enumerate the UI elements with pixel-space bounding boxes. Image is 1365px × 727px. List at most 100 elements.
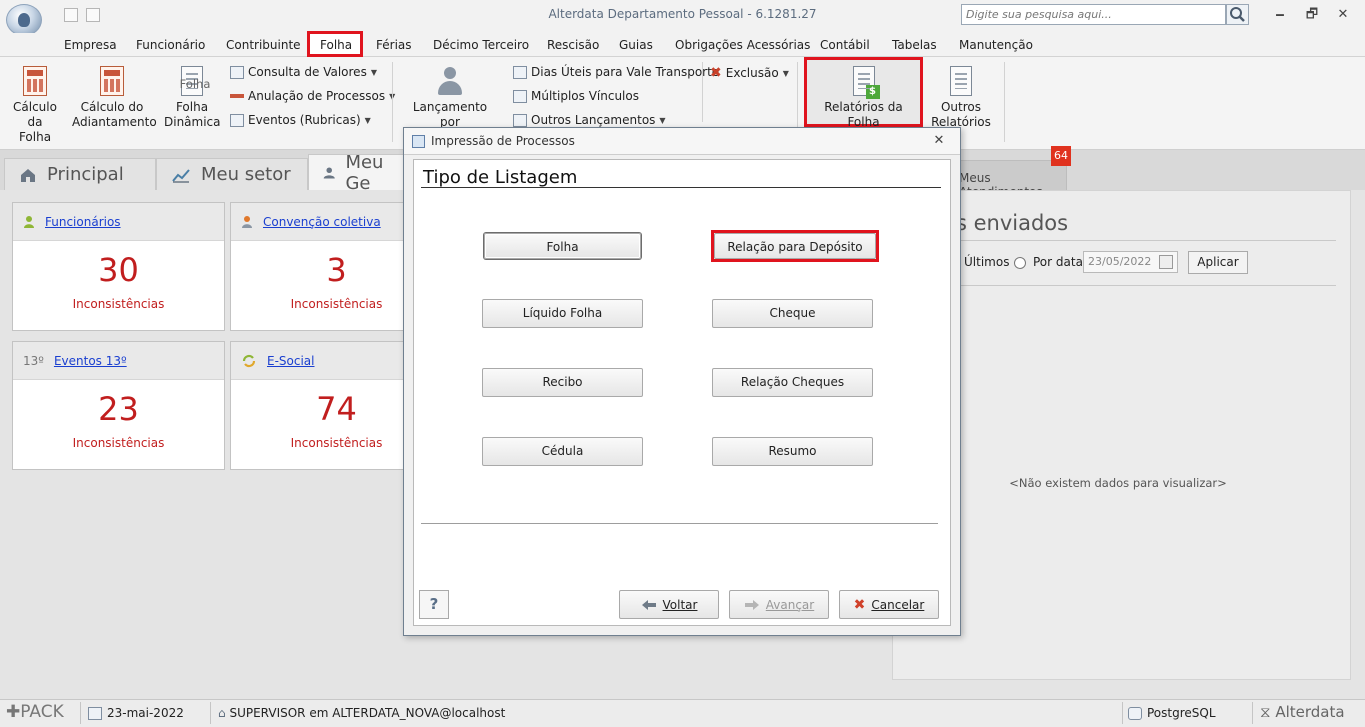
consulta-valores-button[interactable]: Consulta de Valores ▼ xyxy=(230,65,377,79)
card-eventos-13: 13º Eventos 13º 23 Inconsistências xyxy=(12,341,225,470)
date-field[interactable]: 23/05/2022 xyxy=(1083,251,1178,273)
apply-button[interactable]: Aplicar xyxy=(1188,251,1248,274)
menu-contribuinte[interactable]: Contribuinte xyxy=(226,38,301,52)
help-button[interactable]: ? xyxy=(419,590,449,619)
arrow-left-icon xyxy=(641,599,656,610)
thirteenth-icon: 13º xyxy=(23,353,44,368)
calculo-adiantamento-button[interactable]: Cálculo do Adiantamento xyxy=(72,66,157,130)
menu-empresa[interactable]: Empresa xyxy=(64,38,117,52)
search-button[interactable] xyxy=(1226,4,1249,25)
dialog-separator xyxy=(421,523,938,524)
close-button[interactable]: ✕ xyxy=(1331,5,1355,25)
calculo-adiantamento-label: Cálculo do Adiantamento xyxy=(72,100,157,129)
por-data-radio[interactable] xyxy=(1014,257,1026,269)
card-header: 13º Eventos 13º xyxy=(13,342,224,380)
tab-meus-atendimentos[interactable]: Meus Atendimentos xyxy=(946,160,1067,199)
dias-uteis-button[interactable]: Dias Úteis para Vale Transporte xyxy=(513,65,719,79)
card-value: 23 xyxy=(98,390,139,428)
report-money-icon xyxy=(852,66,880,99)
card-label: Inconsistências xyxy=(72,436,165,450)
minimize-button[interactable]: 🗕 xyxy=(1268,5,1292,25)
multiplos-vinculos-label: Múltiplos Vínculos xyxy=(531,89,639,103)
avancar-label: Avançar xyxy=(765,597,815,612)
consulta-valores-label: Consulta de Valores xyxy=(248,65,367,79)
list-icon xyxy=(230,113,244,127)
voltar-button[interactable]: Voltar xyxy=(619,590,719,619)
menu-rescisao[interactable]: Rescisão xyxy=(547,38,599,52)
liquido-folha-button[interactable]: Líquido Folha xyxy=(482,299,643,328)
exclusao-button[interactable]: ✖ Exclusão ▼ xyxy=(710,65,789,81)
anulacao-processos-button[interactable]: Anulação de Processos ▼ xyxy=(230,89,395,103)
dialog-heading: Tipo de Listagem xyxy=(423,167,578,188)
cancelar-label: Cancelar xyxy=(871,597,925,612)
outros-relatorios-button[interactable]: Outros Relatórios xyxy=(926,66,996,126)
chevron-down-icon: ▼ xyxy=(364,115,371,125)
chevron-down-icon: ▼ xyxy=(370,67,377,77)
cedula-button[interactable]: Cédula xyxy=(482,437,643,466)
outros-relatorios-label: Outros Relatórios xyxy=(931,100,991,126)
recibo-button[interactable]: Recibo xyxy=(482,368,643,397)
minus-icon xyxy=(230,94,244,98)
panel-divider xyxy=(956,285,1336,286)
person-icon xyxy=(435,66,465,96)
tab-principal[interactable]: Principal xyxy=(4,158,156,190)
folha-dinamica-button[interactable]: Folha Dinâmica xyxy=(164,66,221,130)
resumo-button[interactable]: Resumo xyxy=(712,437,873,466)
search-icon xyxy=(1230,7,1245,22)
exclusao-label: Exclusão xyxy=(725,66,779,80)
status-divider xyxy=(210,702,211,724)
avancar-button[interactable]: Avançar xyxy=(729,590,829,619)
relacao-deposito-button[interactable]: Relação para Depósito xyxy=(714,233,876,259)
relatorios-folha-button[interactable]: Relatórios da Folha Adiantamento xyxy=(810,66,917,126)
home-icon: ⌂ xyxy=(218,706,226,720)
menu-ferias[interactable]: Férias xyxy=(376,38,412,52)
panel-divider xyxy=(956,240,1336,241)
card-header: Funcionários xyxy=(13,203,224,241)
calendar-icon[interactable] xyxy=(1159,255,1173,269)
heading-underline xyxy=(421,187,941,188)
status-user: ⌂ SUPERVISOR em ALTERDATA_NOVA@localhost xyxy=(218,706,505,720)
calculo-folha-button[interactable]: Cálculo da Folha xyxy=(12,66,58,145)
tab-meu-setor[interactable]: Meu setor xyxy=(156,158,308,190)
cancelar-button[interactable]: ✖ Cancelar xyxy=(839,590,939,619)
tab-principal-label: Principal xyxy=(47,164,124,185)
status-divider xyxy=(1122,702,1123,724)
menu-funcionario[interactable]: Funcionário xyxy=(136,38,205,52)
menu-guias[interactable]: Guias xyxy=(619,38,653,52)
calendar-icon xyxy=(88,707,102,720)
outros-lancamentos-button[interactable]: Outros Lançamentos ▼ xyxy=(513,113,666,127)
card-eventos-link[interactable]: Eventos 13º xyxy=(54,354,127,368)
tab-meu-ge[interactable]: Meu Ge xyxy=(308,152,408,194)
calculator-icon xyxy=(23,66,47,96)
menu-tabelas[interactable]: Tabelas xyxy=(892,38,937,52)
menu-folha[interactable]: Folha xyxy=(320,38,352,52)
refresh-icon xyxy=(241,354,257,368)
eventos-rubricas-button[interactable]: Eventos (Rubricas) ▼ xyxy=(230,113,371,127)
delete-x-icon: ✖ xyxy=(710,65,722,81)
no-data-message: <Não existem dados para visualizar> xyxy=(1009,476,1227,490)
card-convencao-link[interactable]: Convenção coletiva xyxy=(263,215,381,229)
card-esocial-link[interactable]: E-Social xyxy=(267,354,315,368)
alterdata-brand: Alterdata xyxy=(1275,703,1345,721)
menu-contabil[interactable]: Contábil xyxy=(820,38,870,52)
folha-button[interactable]: Folha xyxy=(484,233,641,259)
alterdata-logo-icon: ⧖ xyxy=(1260,703,1271,721)
dialog-close-button[interactable]: ✕ xyxy=(930,133,948,149)
person-icon xyxy=(23,215,35,229)
list-icon xyxy=(513,113,527,127)
search-input[interactable] xyxy=(961,4,1226,25)
tab-meu-setor-label: Meu setor xyxy=(201,164,291,185)
status-divider xyxy=(80,702,81,724)
ribbon-divider xyxy=(1004,62,1005,142)
menu-decimo-terceiro[interactable]: Décimo Terceiro xyxy=(433,38,529,52)
menu-manutencao[interactable]: Manutenção xyxy=(959,38,1033,52)
menu-obrigacoes-acessorias[interactable]: Obrigações Acessórias xyxy=(675,38,810,52)
card-funcionarios-link[interactable]: Funcionários xyxy=(45,215,121,229)
cheque-button[interactable]: Cheque xyxy=(712,299,873,328)
multiplos-vinculos-button[interactable]: Múltiplos Vínculos xyxy=(513,89,639,103)
eventos-rubricas-label: Eventos (Rubricas) xyxy=(248,113,361,127)
restore-button[interactable]: 🗗 xyxy=(1300,5,1324,25)
relacao-cheques-button[interactable]: Relação Cheques xyxy=(712,368,873,397)
hierarchy-icon xyxy=(513,89,527,103)
chevron-down-icon: ▼ xyxy=(782,68,789,78)
